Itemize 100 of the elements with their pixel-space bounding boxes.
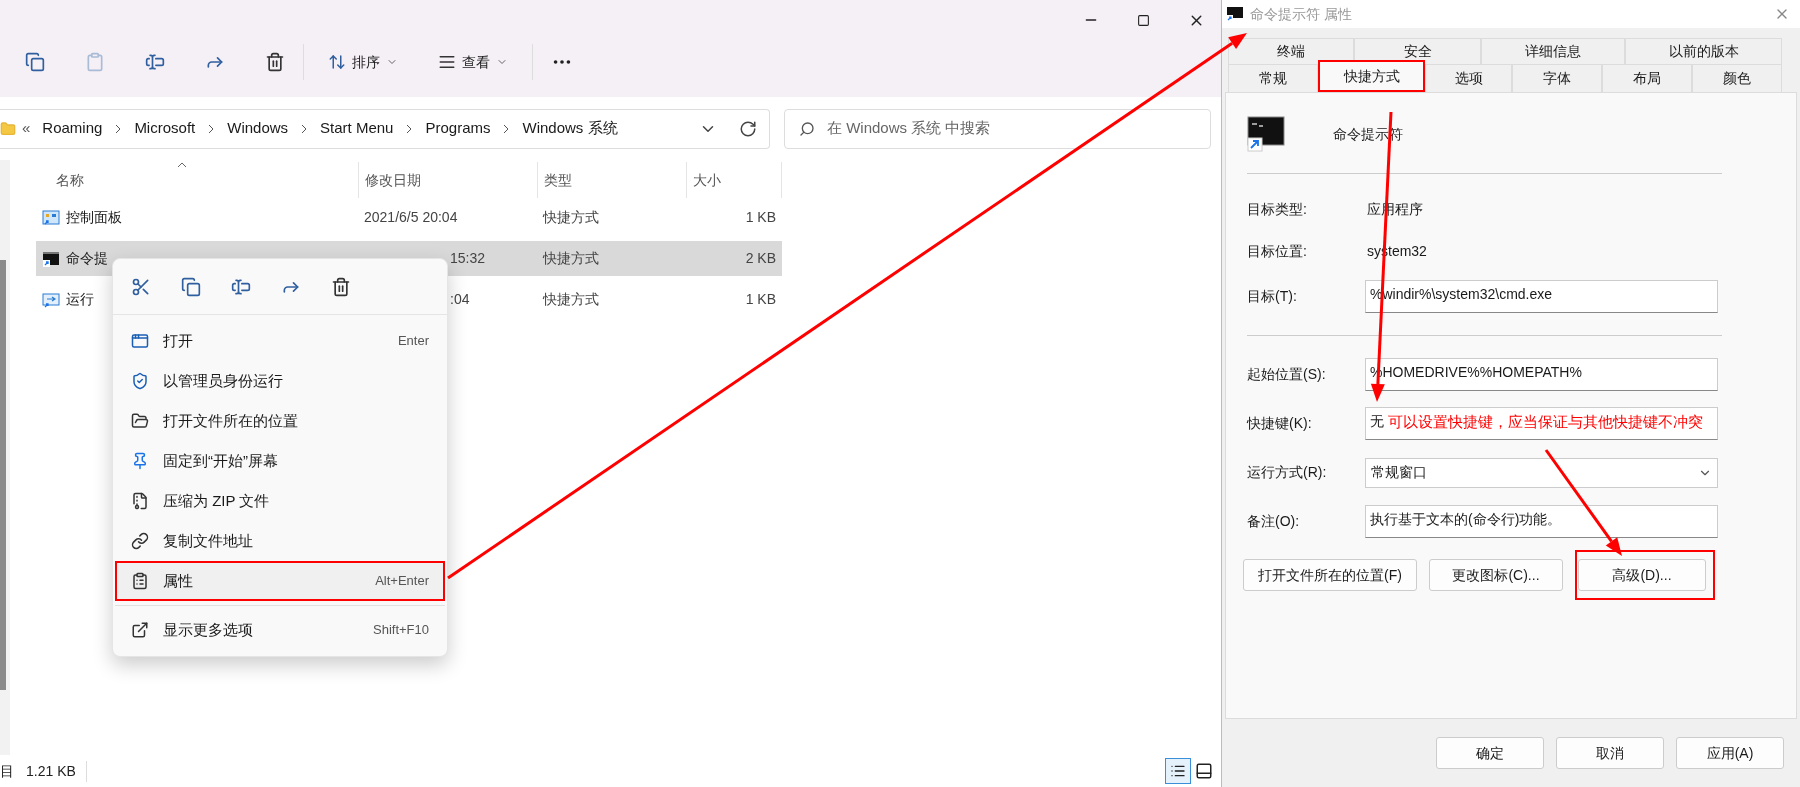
details-view-icon[interactable] [1165, 758, 1191, 784]
breadcrumb-item[interactable]: Microsoft [134, 117, 196, 140]
breadcrumb-item[interactable]: Start Menu [320, 117, 394, 140]
input-field[interactable]: 无 可以设置快捷键，应当保证与其他快捷键不冲突 [1365, 407, 1718, 440]
tab[interactable]: 常规 [1228, 64, 1318, 92]
tab[interactable]: 布局 [1602, 64, 1692, 92]
link-icon [131, 532, 149, 550]
list-icon [438, 53, 456, 71]
expand-icon [131, 621, 149, 639]
menu-item[interactable]: 打开文件所在的位置 [115, 401, 445, 441]
file-size: 1 KB [745, 209, 776, 225]
chevron-right-icon [405, 123, 414, 134]
scrollbar-thumb[interactable] [0, 260, 6, 690]
modified-date: :04 [450, 291, 470, 307]
sort-button[interactable]: 排序 [322, 47, 404, 77]
control-panel-shortcut-icon [42, 208, 60, 227]
menu-item[interactable]: 显示更多选项 Shift+F10 [115, 610, 445, 650]
copy-icon[interactable] [181, 276, 201, 297]
terminal-shortcut-icon [42, 249, 60, 268]
column-header[interactable]: 修改日期 [365, 169, 421, 191]
breadcrumb-item[interactable]: Programs [425, 117, 491, 140]
terminal-icon [1226, 6, 1244, 22]
chevron-right-icon [300, 123, 309, 134]
field-label: 目标位置: [1247, 241, 1308, 261]
breadcrumb-item[interactable]: Roaming [42, 117, 103, 140]
field-label: 备注(O): [1247, 512, 1301, 531]
chevron-right-icon [502, 123, 511, 134]
chevron-right-icon [207, 123, 216, 134]
tab[interactable]: 快捷方式 [1318, 60, 1425, 92]
tab[interactable]: 安全 [1354, 38, 1481, 64]
file-size: 2 KB [745, 250, 776, 266]
dropdown[interactable]: 常规窗口 [1365, 457, 1718, 488]
dialog-button[interactable]: 取消 [1556, 737, 1664, 769]
rename-icon[interactable] [145, 52, 165, 72]
window-title: 命令提示符 属性 [1250, 4, 1352, 24]
file-type: 快捷方式 [543, 250, 599, 266]
menu-item[interactable]: 属性 Alt+Enter [115, 561, 445, 601]
copy-icon[interactable] [25, 52, 45, 72]
maximize-icon[interactable] [1137, 13, 1150, 27]
field-label: 目标(T): [1247, 287, 1298, 306]
cut-icon[interactable] [131, 276, 151, 297]
run-shortcut-icon [42, 290, 60, 309]
tab[interactable]: 选项 [1425, 64, 1512, 92]
tab[interactable]: 颜色 [1692, 64, 1782, 92]
sort-caret-icon [177, 162, 187, 168]
folder-icon [131, 412, 149, 430]
column-header[interactable]: 大小 [693, 169, 721, 191]
file-row[interactable]: 控制面板 2021/6/5 20:04 快捷方式 1 KB [36, 200, 782, 235]
sort-icon [328, 53, 346, 71]
folder-icon [0, 120, 16, 137]
search-icon [799, 120, 815, 137]
breadcrumb-item[interactable]: Windows [227, 117, 289, 140]
search-input[interactable]: 在 Windows 系统 中搜索 [827, 117, 1196, 140]
menu-item[interactable]: 固定到“开始”屏幕 [115, 441, 445, 481]
refresh-icon[interactable] [739, 119, 757, 138]
shortcut-hint: Shift+F10 [373, 621, 429, 640]
delete-icon[interactable] [331, 276, 351, 297]
shield-icon [131, 372, 149, 390]
action-button[interactable]: 打开文件所在的位置(F) [1243, 559, 1417, 591]
search-field[interactable]: 在 Windows 系统 中搜索 [784, 108, 1211, 149]
tab[interactable]: 详细信息 [1481, 38, 1625, 64]
menu-item[interactable]: 打开 Enter [115, 321, 445, 361]
file-row[interactable]: 运行 :04 快捷方式 1 KB [36, 282, 782, 317]
tab[interactable]: 字体 [1512, 64, 1602, 92]
pin-icon [131, 452, 149, 470]
modified-date: 15:32 [450, 250, 486, 266]
breadcrumb-overflow[interactable]: « [22, 117, 31, 140]
field-label: 快捷键(K): [1247, 414, 1313, 433]
shortcut-hint: Alt+Enter [375, 572, 429, 591]
file-type: 快捷方式 [543, 291, 599, 307]
archive-icon [131, 492, 149, 510]
view-button[interactable]: 查看 [432, 47, 514, 77]
annotation-note: 可以设置快捷键，应当保证与其他快捷键不冲突 [1388, 412, 1703, 432]
file-type: 快捷方式 [543, 209, 599, 225]
dialog-button[interactable]: 确定 [1436, 737, 1544, 769]
modified-date: 2021/6/5 20:04 [364, 209, 458, 225]
column-header[interactable]: 类型 [544, 169, 572, 191]
column-header[interactable]: 名称 [56, 169, 84, 191]
delete-icon[interactable] [265, 52, 285, 72]
menu-item[interactable]: 以管理员身份运行 [115, 361, 445, 401]
file-size: 1 KB [745, 291, 776, 307]
shortcut-hint: Enter [397, 332, 429, 351]
dialog-button[interactable]: 应用(A) [1676, 737, 1784, 769]
window-icon [131, 332, 149, 350]
breadcrumb-item[interactable]: Windows 系统 [522, 117, 618, 140]
status-size: 1.21 KB [26, 760, 87, 782]
field-label: 目标类型: [1247, 199, 1308, 219]
menu-item[interactable]: 复制文件地址 [115, 521, 445, 561]
address-bar[interactable]: « Roaming Microsoft Windows Start Menu Programs Windows 系统 [0, 108, 770, 149]
action-button[interactable]: 更改图标(C)... [1429, 559, 1563, 591]
status-text: 目 [0, 761, 14, 781]
tab[interactable]: 终端 [1228, 38, 1354, 64]
file-name: 运行 [66, 290, 94, 309]
properties-icon [131, 572, 149, 590]
action-button[interactable]: 高级(D)... [1578, 559, 1706, 591]
tab[interactable]: 以前的版本 [1625, 38, 1782, 64]
menu-item[interactable]: 压缩为 ZIP 文件 [115, 481, 445, 521]
field-label: 起始位置(S): [1247, 365, 1327, 384]
file-name: 控制面板 [66, 208, 122, 227]
input-field[interactable]: 执行基于文本的(命令行)功能。 [1365, 505, 1718, 538]
